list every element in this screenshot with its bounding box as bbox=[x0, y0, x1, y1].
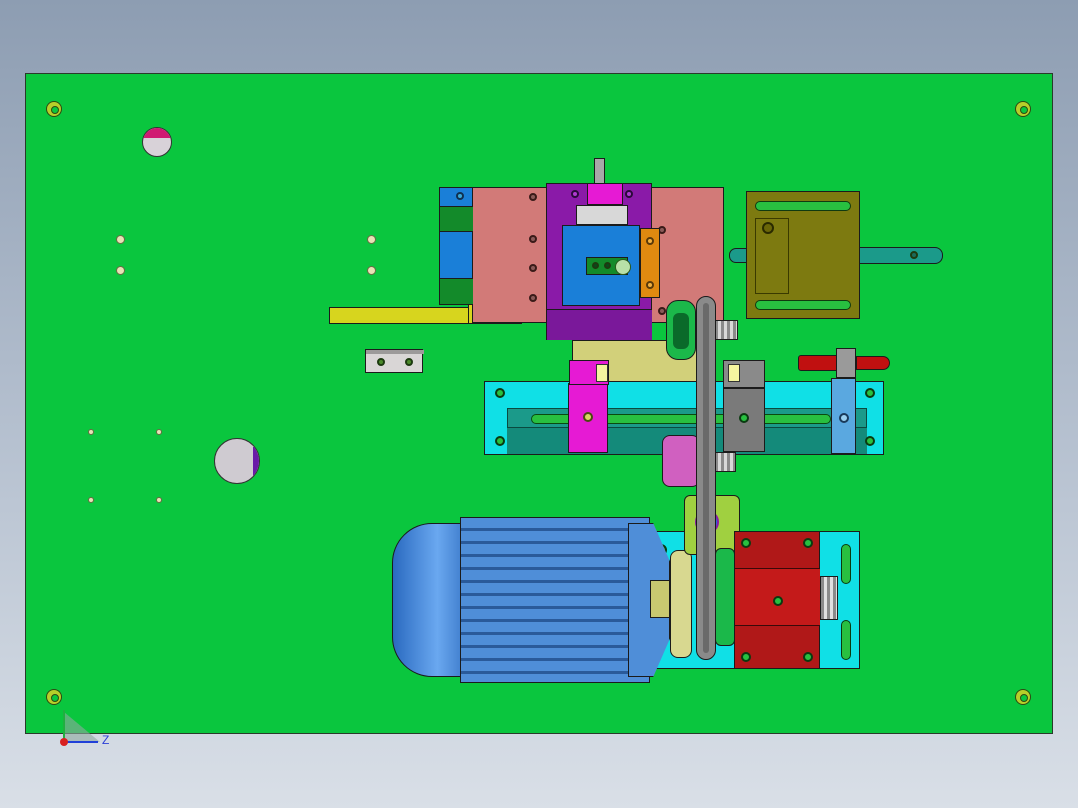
bolt bbox=[773, 596, 783, 606]
corner-hole-top-left bbox=[46, 101, 62, 117]
side-block-green bbox=[440, 278, 473, 304]
corner-hole-bottom-right bbox=[1015, 689, 1031, 705]
bolt bbox=[839, 413, 849, 423]
bracket-slot bbox=[755, 201, 851, 211]
bolt bbox=[739, 413, 749, 423]
screw-lower bbox=[714, 452, 736, 472]
bolt bbox=[865, 388, 875, 398]
small-clamp[interactable] bbox=[365, 349, 424, 373]
pin-cap bbox=[143, 128, 171, 138]
upper-pulley[interactable] bbox=[666, 300, 696, 360]
slider-grey[interactable] bbox=[723, 388, 765, 452]
plate-dot bbox=[367, 266, 376, 275]
red-rod[interactable] bbox=[798, 355, 840, 371]
clip bbox=[728, 364, 740, 382]
bracket-slot bbox=[755, 300, 851, 310]
bolt bbox=[646, 237, 654, 245]
pin-side bbox=[253, 447, 259, 477]
bracket-window bbox=[755, 218, 789, 294]
triad-z-label: Z bbox=[102, 733, 110, 747]
plate-dot bbox=[88, 429, 94, 435]
bolt bbox=[529, 294, 537, 302]
motor-pulley[interactable] bbox=[670, 550, 692, 658]
green-pulley bbox=[715, 548, 735, 646]
plate-dot bbox=[367, 235, 376, 244]
slider-top bbox=[569, 360, 609, 385]
plate-dot bbox=[88, 497, 94, 503]
plate-dot bbox=[116, 235, 125, 244]
motor-shaft bbox=[650, 580, 670, 618]
bracket-bolt bbox=[762, 222, 774, 234]
cad-viewport[interactable]: Z bbox=[0, 0, 1078, 808]
bolt bbox=[571, 190, 579, 198]
screw-upper bbox=[714, 320, 738, 340]
bolt bbox=[592, 262, 599, 269]
spindle-collar bbox=[576, 205, 628, 225]
plate-dot bbox=[156, 429, 162, 435]
bracket-arm-left bbox=[729, 248, 747, 263]
clamp-base bbox=[547, 309, 652, 340]
triad-origin bbox=[60, 738, 68, 746]
end-stop bbox=[831, 378, 856, 454]
pink-roller[interactable] bbox=[662, 435, 700, 487]
mount-slot bbox=[841, 620, 851, 660]
round-hole-large bbox=[214, 438, 260, 484]
clamp-cap bbox=[587, 183, 623, 205]
round-hole-small bbox=[142, 127, 172, 157]
corner-hole-bottom-left bbox=[46, 689, 62, 705]
fixture-slot bbox=[586, 257, 631, 275]
workpiece bbox=[615, 259, 631, 275]
blue-fixture[interactable] bbox=[562, 225, 640, 306]
bolt bbox=[495, 436, 505, 446]
motor-endcap[interactable] bbox=[392, 523, 468, 677]
bolt bbox=[646, 281, 654, 289]
side-block-blue bbox=[439, 187, 473, 305]
bolt bbox=[803, 652, 813, 662]
bolt bbox=[910, 251, 918, 259]
small-clamp-top bbox=[366, 350, 424, 354]
bracket-arm-right[interactable] bbox=[859, 247, 943, 264]
gearbox-shaft bbox=[820, 576, 838, 620]
bolt bbox=[625, 190, 633, 198]
slider-pink[interactable] bbox=[568, 383, 608, 453]
red-rod-tip bbox=[856, 356, 890, 370]
pulley-hub bbox=[673, 313, 689, 349]
bolt bbox=[741, 652, 751, 662]
side-block-green bbox=[440, 206, 473, 232]
plate-dot bbox=[156, 497, 162, 503]
clip bbox=[596, 364, 608, 382]
triad-plane bbox=[64, 712, 100, 742]
mount-slot bbox=[841, 544, 851, 584]
corner-hole-top-right bbox=[1015, 101, 1031, 117]
orange-jaw[interactable] bbox=[640, 228, 660, 298]
drive-belt[interactable] bbox=[696, 296, 716, 660]
bolt bbox=[377, 358, 385, 366]
bolt bbox=[658, 307, 666, 315]
bolt bbox=[529, 264, 537, 272]
rod-clamp bbox=[836, 348, 856, 378]
plate-dot bbox=[116, 266, 125, 275]
bolt bbox=[741, 538, 751, 548]
bolt bbox=[529, 193, 537, 201]
bolt bbox=[456, 192, 464, 200]
bolt bbox=[803, 538, 813, 548]
slider-grey-top bbox=[723, 360, 765, 388]
bolt bbox=[583, 412, 593, 422]
bolt bbox=[604, 262, 611, 269]
motor-body[interactable] bbox=[460, 517, 650, 683]
bolt bbox=[405, 358, 413, 366]
belt-inner bbox=[703, 303, 709, 653]
bolt bbox=[529, 235, 537, 243]
spindle-shaft bbox=[594, 158, 605, 184]
gearbox[interactable] bbox=[734, 531, 820, 669]
bolt bbox=[865, 436, 875, 446]
bracket[interactable] bbox=[746, 191, 860, 319]
bolt bbox=[495, 388, 505, 398]
